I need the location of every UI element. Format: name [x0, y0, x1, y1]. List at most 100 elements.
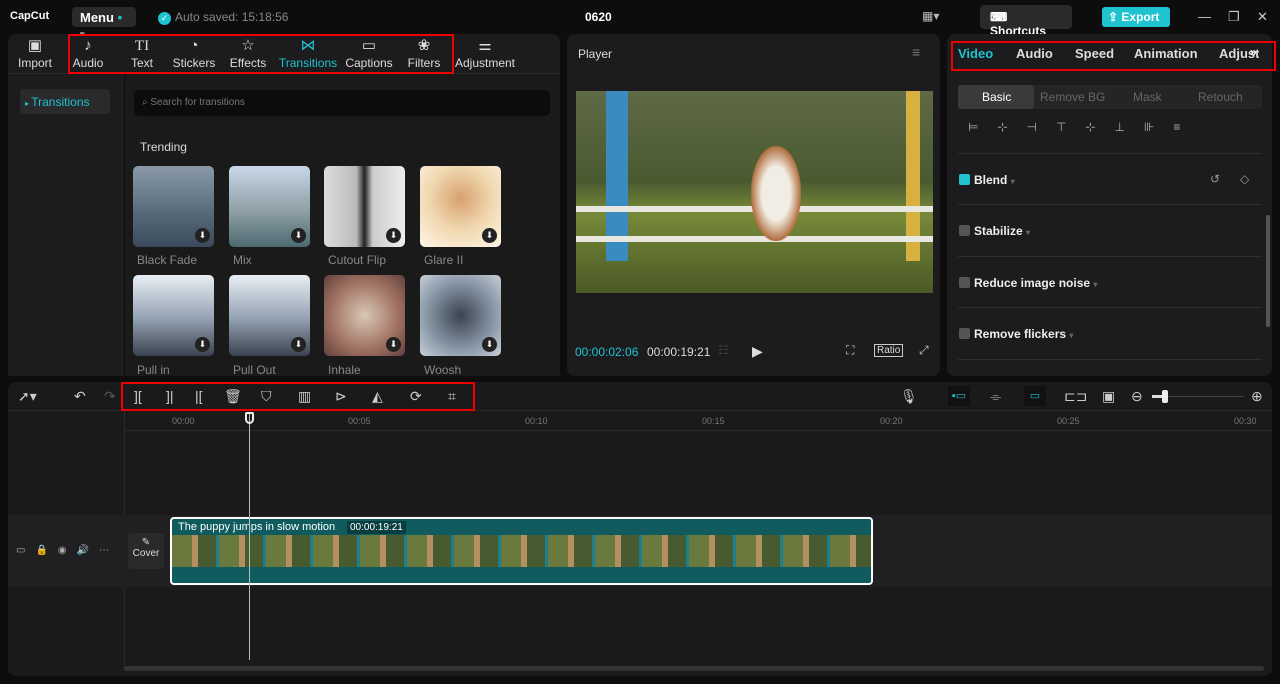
shortcuts-button[interactable]: ⌨ Shortcuts [980, 5, 1072, 38]
tab-adjustment[interactable]: ⚌ Adjustment [454, 36, 516, 70]
download-icon[interactable]: ⬇ [386, 337, 401, 352]
playhead-handle[interactable] [245, 412, 254, 424]
time-tick: 00:15 [702, 416, 725, 426]
total-time: 00:00:19:21 [647, 345, 711, 359]
flickers-option[interactable]: Remove flickers ▾ [959, 327, 1073, 341]
download-icon[interactable]: ⬇ [291, 337, 306, 352]
transition-thumb-cutout-flip[interactable]: ⬇ [324, 166, 405, 247]
project-title: 0620 [585, 10, 612, 24]
divider [958, 307, 1262, 308]
snap-icon[interactable]: ⌯ [990, 388, 1001, 405]
ratio-button[interactable]: Ratio [874, 344, 904, 357]
video-preview[interactable] [576, 91, 933, 293]
tab-label: Import [17, 56, 52, 70]
restore-icon[interactable]: ❐ [1228, 9, 1240, 25]
autosave-status: ✓ Auto saved: 15:18:56 [158, 10, 288, 25]
microphone-icon[interactable]: 🎙 [900, 388, 918, 405]
download-icon[interactable]: ⬇ [482, 228, 497, 243]
keyframe-icon[interactable]: ◇ [1240, 172, 1249, 186]
zoom-fill [1152, 395, 1162, 398]
horizontal-scrollbar[interactable] [124, 666, 1264, 671]
blend-option[interactable]: Blend ▾ [959, 173, 1015, 187]
adjustment-icon: ⚌ [478, 37, 492, 54]
close-icon[interactable]: ✕ [1257, 9, 1268, 25]
download-icon[interactable]: ⬇ [482, 337, 497, 352]
magnet-icon[interactable]: ▪▭ [948, 386, 970, 406]
track-controls-icons[interactable]: ▭🔒◉🔊⋯ [16, 545, 119, 556]
sidebar-item-transitions[interactable]: ▸ Transitions [20, 89, 110, 114]
edit-icon: ✎ [141, 537, 151, 548]
menu-button[interactable]: Menu • ▾ [72, 7, 136, 39]
video-clip[interactable]: The puppy jumps in slow motion 00:00:19:… [170, 517, 873, 585]
download-icon[interactable]: ⬇ [386, 228, 401, 243]
tab-import[interactable]: ▣ Import [14, 36, 56, 70]
link-icon[interactable]: ▭ [1024, 386, 1046, 406]
transition-label: Glare II [424, 253, 464, 267]
left-sidebar [8, 74, 124, 376]
subtab-remove-bg[interactable]: Remove BG [1040, 90, 1105, 104]
playhead[interactable] [249, 414, 250, 660]
transition-label: Black Fade [137, 253, 198, 267]
checkbox[interactable] [959, 328, 970, 339]
export-label: Export [1121, 10, 1160, 24]
transition-thumb-inhale[interactable]: ⬇ [324, 275, 405, 356]
divider [958, 153, 1262, 154]
download-icon[interactable]: ⬇ [195, 337, 210, 352]
option-label: Blend [974, 173, 1008, 187]
highlight-box [68, 34, 454, 74]
grid-icon[interactable]: ☷ [718, 343, 729, 357]
stabilize-option[interactable]: Stabilize ▾ [959, 224, 1030, 238]
select-tool-icon[interactable]: ➚▾ [18, 388, 37, 405]
import-icon: ▣ [27, 37, 43, 54]
noise-option[interactable]: Reduce image noise ▾ [959, 276, 1097, 290]
layout-icon[interactable]: ▦▾ [922, 9, 939, 23]
transition-thumb-mix[interactable]: ⬇ [229, 166, 310, 247]
transition-thumb-pull-in[interactable]: ⬇ [133, 275, 214, 356]
export-button[interactable]: ⇪ Export [1102, 7, 1170, 27]
divider [958, 204, 1262, 205]
transition-label: Mix [233, 253, 252, 267]
transition-label: Pull in [137, 363, 170, 377]
scrollbar[interactable] [1266, 215, 1270, 327]
transition-thumb-woosh[interactable]: ⬇ [420, 275, 501, 356]
time-tick: 00:05 [348, 416, 371, 426]
dog [751, 146, 801, 241]
checkbox[interactable] [959, 225, 970, 236]
clip-title: The puppy jumps in slow motion [178, 521, 336, 533]
player-title: Player [578, 47, 613, 61]
time-tick: 00:25 [1057, 416, 1080, 426]
cover-button[interactable]: ✎ Cover [128, 533, 164, 569]
hamburger-icon[interactable]: ≡ [912, 44, 920, 60]
zoom-handle[interactable] [1162, 390, 1168, 403]
fullscreen-icon[interactable]: ⤢ [919, 343, 929, 358]
divider [958, 256, 1262, 257]
download-icon[interactable]: ⬇ [195, 228, 210, 243]
subtab-basic[interactable]: Basic [982, 90, 1011, 104]
subtab-mask[interactable]: Mask [1133, 90, 1162, 104]
search-input[interactable]: ⌕ Search for transitions [134, 90, 550, 116]
subtab-retouch[interactable]: Retouch [1198, 90, 1243, 104]
top-bar: CapCut Menu • ▾ ✓ Auto saved: 15:18:56 06… [0, 0, 1280, 39]
play-icon[interactable]: ▶ [752, 343, 763, 360]
reset-icon[interactable]: ↺ [1210, 172, 1220, 186]
fit-icon[interactable]: ⛶ [846, 343, 854, 358]
align-icons[interactable]: ⊨⊹⊣⊤⊹⊥⊪≡ [968, 120, 1199, 134]
zoom-out-icon[interactable]: ⊖ [1131, 388, 1143, 405]
split-preview-icon[interactable]: ⊏⊐ [1064, 388, 1087, 405]
redo-icon[interactable]: ↷ [104, 388, 116, 405]
checkbox[interactable] [959, 277, 970, 288]
undo-icon[interactable]: ↶ [74, 388, 86, 405]
transition-thumb-pull-out[interactable]: ⬇ [229, 275, 310, 356]
transition-label: Woosh [424, 363, 462, 377]
transition-thumb-glare-ii[interactable]: ⬇ [420, 166, 501, 247]
time-tick: 00:20 [880, 416, 903, 426]
zoom-in-icon[interactable]: ⊕ [1251, 388, 1263, 405]
checkbox[interactable] [959, 174, 970, 185]
transition-thumb-black-fade[interactable]: ⬇ [133, 166, 214, 247]
divider [958, 359, 1262, 360]
time-tick: 00:30 [1234, 416, 1257, 426]
download-icon[interactable]: ⬇ [291, 228, 306, 243]
preview-icon[interactable]: ▣ [1102, 388, 1115, 405]
clip-duration: 00:00:19:21 [347, 521, 406, 534]
minimize-icon[interactable]: — [1198, 9, 1211, 24]
